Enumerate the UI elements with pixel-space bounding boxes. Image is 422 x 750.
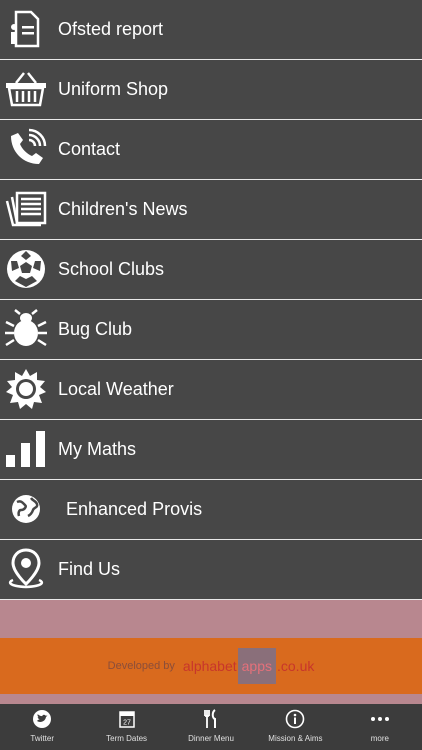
- menu-item-childrens-news[interactable]: Children's News: [0, 180, 422, 240]
- bug-icon: [4, 307, 48, 351]
- tab-label: Term Dates: [106, 734, 148, 743]
- developed-by-text: Developed by: [107, 660, 175, 672]
- menu-list: Ofsted report Uniform Shop Contact Child…: [0, 0, 422, 600]
- menu-item-find-us[interactable]: Find Us: [0, 540, 422, 600]
- menu-item-uniform-shop[interactable]: Uniform Shop: [0, 60, 422, 120]
- calendar-day-badge: 27: [123, 720, 131, 727]
- tab-twitter[interactable]: Twitter: [0, 704, 84, 750]
- developer-credit: Developed by alphabet apps .co.uk: [0, 638, 422, 694]
- menu-item-label: Find Us: [58, 559, 121, 579]
- menu-item-contact[interactable]: Contact: [0, 120, 422, 180]
- more-icon: [369, 708, 391, 730]
- location-pin-icon: [4, 547, 48, 591]
- brand-text-domain: .co.uk: [277, 658, 315, 674]
- tab-mission-aims[interactable]: Mission & Aims: [253, 704, 337, 750]
- menu-item-label: Local Weather: [58, 379, 174, 399]
- tab-term-dates[interactable]: 27 Term Dates: [84, 704, 168, 750]
- menu-item-label: Uniform Shop: [58, 79, 169, 99]
- tab-label: Dinner Menu: [188, 734, 234, 743]
- sun-icon: [4, 367, 48, 411]
- menu-item-bug-club[interactable]: Bug Club: [0, 300, 422, 360]
- tab-label: Twitter: [30, 734, 54, 743]
- menu-item-label: Children's News: [58, 199, 188, 219]
- globe-icon: [4, 487, 48, 531]
- brand-text-alphabet: alphabet: [182, 658, 237, 674]
- menu-item-local-weather[interactable]: Local Weather: [0, 360, 422, 420]
- newspaper-icon: [4, 187, 48, 231]
- decorative-band-top: [0, 600, 422, 638]
- report-icon: [4, 7, 48, 51]
- tab-dinner-menu[interactable]: Dinner Menu: [169, 704, 253, 750]
- developer-banner[interactable]: Developed by alphabet apps .co.uk: [0, 638, 422, 694]
- tab-label: more: [370, 734, 389, 743]
- menu-item-school-clubs[interactable]: School Clubs: [0, 240, 422, 300]
- tab-label: Mission & Aims: [268, 734, 323, 743]
- menu-item-label: My Maths: [58, 439, 137, 459]
- basket-icon: [4, 67, 48, 111]
- menu-item-label: Ofsted report: [58, 19, 164, 39]
- menu-item-label: Enhanced Provis: [66, 499, 203, 519]
- brand-text-apps: apps: [237, 648, 276, 684]
- menu-item-label: School Clubs: [58, 259, 165, 279]
- twitter-icon: [31, 708, 53, 730]
- decorative-band-bottom: [0, 694, 422, 704]
- tab-more[interactable]: more: [338, 704, 422, 750]
- calendar-icon: 27: [116, 708, 138, 730]
- menu-item-my-maths[interactable]: My Maths: [0, 420, 422, 480]
- menu-item-label: Bug Club: [58, 319, 133, 339]
- menu-item-enhanced-provis[interactable]: Enhanced Provis: [0, 480, 422, 540]
- info-icon: [284, 708, 306, 730]
- phone-icon: [4, 127, 48, 171]
- football-icon: [4, 247, 48, 291]
- cutlery-icon: [200, 708, 222, 730]
- menu-item-label: Contact: [58, 139, 121, 159]
- bar-chart-icon: [4, 427, 48, 471]
- bottom-tab-bar: Twitter 27 Term Dates Dinner Menu Missio…: [0, 704, 422, 750]
- menu-item-ofsted-report[interactable]: Ofsted report: [0, 0, 422, 60]
